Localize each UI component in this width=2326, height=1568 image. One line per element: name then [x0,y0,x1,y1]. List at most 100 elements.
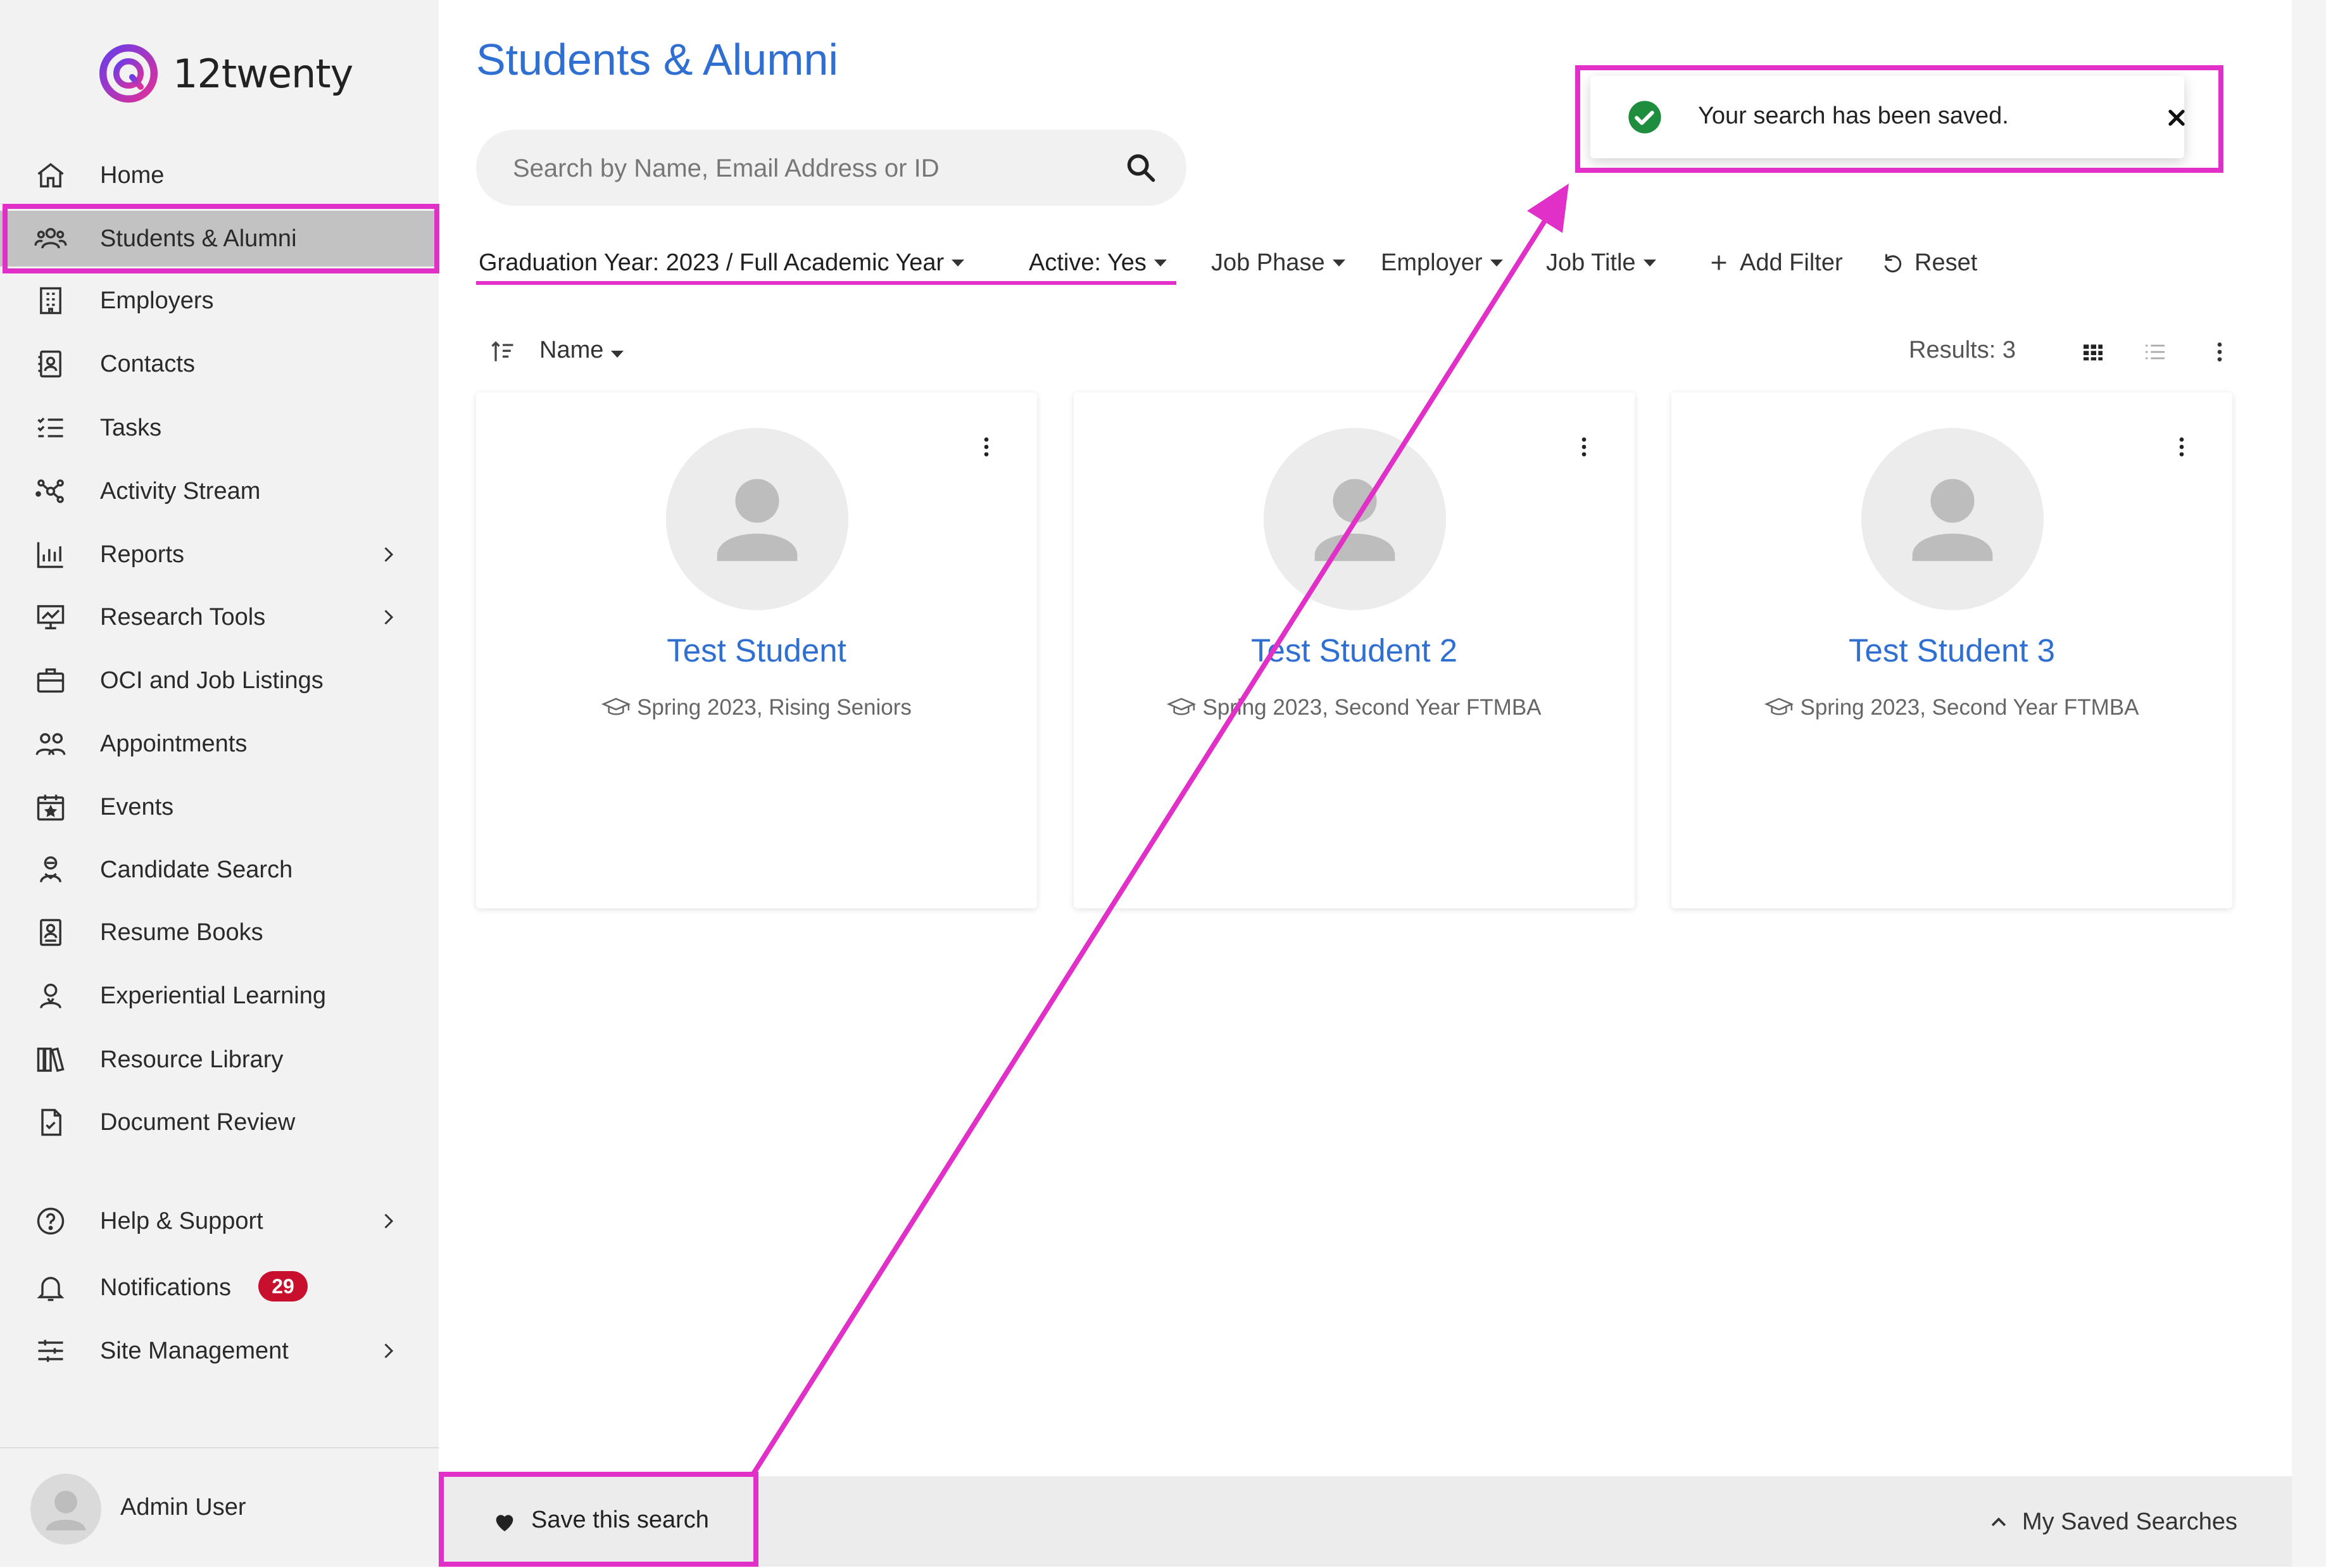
graduation-cap-icon [1167,698,1197,715]
brand-logo-icon [99,44,158,103]
calendar-icon [33,789,68,825]
research-chart-icon [33,599,68,635]
reset-button[interactable]: Reset [1882,244,1977,282]
sidebar-item-reports[interactable]: Reports [0,527,439,582]
sidebar-item-label: OCI and Job Listings [100,667,324,694]
caret-down-icon [1154,259,1167,267]
sidebar-item-activity-stream[interactable]: Activity Stream [0,463,439,519]
list-view-icon[interactable] [2137,334,2173,370]
sidebar-item-label: Resume Books [100,919,263,946]
search-input[interactable] [512,130,1084,207]
my-saved-searches-button[interactable]: My Saved Searches [1988,1504,2237,1540]
page-title: Students & Alumni [476,35,838,84]
filter-label: Graduation Year: 2023 / Full Academic Ye… [479,249,945,276]
results-count: Results: 3 [1909,337,2016,363]
avatar [30,1474,101,1545]
sidebar-item-experiential-learning[interactable]: Experiential Learning [0,968,439,1024]
filter-label: Job Title [1546,249,1636,276]
sidebar-item-site-management[interactable]: Site Management [0,1323,439,1379]
grid-view-icon[interactable] [2075,334,2111,370]
sidebar-item-help-support[interactable]: Help & Support [0,1193,439,1249]
sidebar-item-home[interactable]: Home [0,147,439,203]
sort-icon[interactable] [489,338,517,366]
heart-icon [496,1515,513,1531]
filter-employer[interactable]: Employer [1381,244,1503,282]
resume-book-icon [33,915,68,950]
candidate-icon [33,852,68,887]
filter-job-title[interactable]: Job Title [1546,244,1656,282]
student-card[interactable]: Test Student 3 Spring 2023, Second Year … [1671,392,2232,908]
sidebar-item-notifications[interactable]: Notifications 29 [0,1260,439,1315]
sidebar-item-resource-library[interactable]: Resource Library [0,1032,439,1088]
users-icon [33,221,68,256]
reset-label: Reset [1914,249,1978,276]
graduation-cap-icon [601,698,631,715]
sidebar-item-label: Notifications [100,1274,231,1301]
more-options-icon[interactable] [974,428,999,466]
student-meta: Spring 2023, Second Year FTMBA [1074,695,1635,720]
brand[interactable]: 12twenty [98,42,353,105]
active-filters-underline [476,281,1176,285]
sidebar-item-appointments[interactable]: Appointments [0,716,439,772]
sidebar-item-resume-books[interactable]: Resume Books [0,905,439,960]
sidebar-item-tasks[interactable]: Tasks [0,400,439,456]
student-name-link[interactable]: Test Student 2 [1074,632,1635,669]
bell-icon [33,1270,68,1305]
sidebar-item-research-tools[interactable]: Research Tools [0,589,439,645]
sidebar-item-label: Resource Library [100,1046,284,1073]
bottom-bar: Save this search My Saved Searches [439,1476,2292,1567]
avatar [1264,428,1446,610]
scrollbar[interactable] [2292,0,2326,1567]
document-check-icon [33,1105,68,1140]
sidebar-item-candidate-search[interactable]: Candidate Search [0,842,439,898]
close-icon[interactable] [2164,105,2189,130]
sidebar-item-label: Reports [100,541,185,568]
avatar [1861,428,2044,610]
contact-card-icon [33,346,68,382]
filter-label: Job Phase [1211,249,1325,276]
add-filter-button[interactable]: Add Filter [1708,244,1843,282]
chevron-up-icon [1991,1517,2006,1526]
student-meta-text: Spring 2023, Rising Seniors [637,695,912,720]
more-options-icon[interactable] [2169,428,2194,466]
student-meta: Spring 2023, Rising Seniors [476,695,1037,720]
toast-notification: Your search has been saved. [1590,76,2185,158]
more-options-icon[interactable] [1571,428,1597,466]
add-filter-label: Add Filter [1740,249,1843,276]
sidebar-item-students-alumni[interactable]: Students & Alumni [0,211,439,267]
caret-down-icon [1332,259,1345,267]
help-icon [33,1203,68,1239]
sidebar-item-document-review[interactable]: Document Review [0,1094,439,1150]
notification-count-badge: 29 [258,1271,308,1301]
caret-down-icon [1643,259,1656,267]
filter-job-phase[interactable]: Job Phase [1211,244,1345,282]
sort-by-name-dropdown[interactable]: Name [539,337,624,364]
filter-label: Employer [1381,249,1483,276]
sidebar-item-label: Home [100,161,165,189]
filter-graduation-year[interactable]: Graduation Year: 2023 / Full Academic Ye… [479,244,965,282]
sidebar-item-events[interactable]: Events [0,779,439,835]
student-meta: Spring 2023, Second Year FTMBA [1671,695,2232,720]
filter-bar: Graduation Year: 2023 / Full Academic Ye… [476,244,1977,282]
sidebar-item-label: Site Management [100,1337,289,1364]
filter-label: Active: Yes [1029,249,1147,276]
filter-active[interactable]: Active: Yes [1029,244,1167,282]
save-search-button[interactable]: Save this search [440,1477,750,1565]
more-options-icon[interactable] [2202,334,2237,370]
student-card[interactable]: Test Student Spring 2023, Rising Seniors [476,392,1037,908]
caret-down-icon [611,351,624,358]
check-circle-icon [1628,101,1661,134]
search-icon[interactable] [1121,147,1161,188]
student-name-link[interactable]: Test Student 3 [1671,632,2232,669]
sidebar-item-oci-job-listings[interactable]: OCI and Job Listings [0,653,439,708]
student-card[interactable]: Test Student 2 Spring 2023, Second Year … [1074,392,1635,908]
chevron-right-icon [384,1214,394,1229]
sidebar-item-employers[interactable]: Employers [0,273,439,329]
sidebar-item-label: Contacts [100,350,195,377]
undo-icon [1884,254,1902,273]
sidebar-item-contacts[interactable]: Contacts [0,336,439,392]
search-bar [476,130,1186,207]
sidebar-item-label: Appointments [100,730,248,757]
student-name-link[interactable]: Test Student [476,632,1037,669]
user-profile[interactable]: Admin User [0,1447,439,1568]
